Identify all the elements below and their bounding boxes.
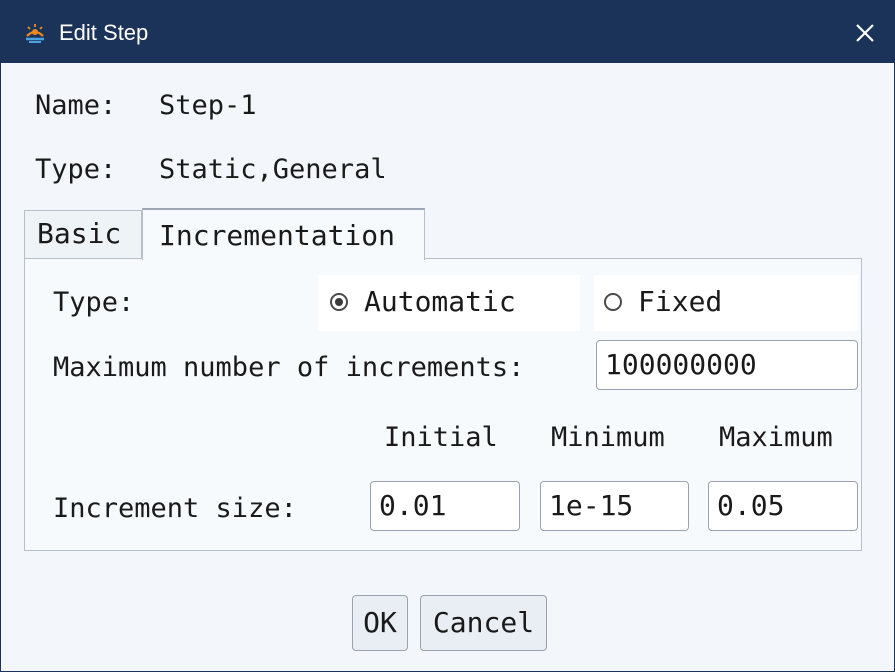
app-logo-icon xyxy=(23,21,47,45)
type-label: Type: xyxy=(35,154,117,185)
tab-incrementation[interactable]: Incrementation xyxy=(142,208,425,260)
close-icon xyxy=(856,24,874,42)
increment-initial-input[interactable]: 0.01 xyxy=(370,481,520,531)
ok-button[interactable]: OK xyxy=(352,595,408,651)
radio-fixed[interactable]: Fixed xyxy=(594,275,858,331)
close-button[interactable] xyxy=(847,15,883,51)
radio-automatic[interactable]: Automatic xyxy=(318,275,580,331)
type-value: Static,General xyxy=(159,154,387,185)
column-header-initial: Initial xyxy=(384,422,498,453)
increment-maximum-input[interactable]: 0.05 xyxy=(708,481,858,531)
max-increments-input[interactable]: 100000000 xyxy=(596,340,858,390)
increment-size-label: Increment size: xyxy=(53,493,297,524)
radio-automatic-label: Automatic xyxy=(364,285,516,318)
radio-unselected-icon xyxy=(604,293,622,311)
column-header-maximum: Maximum xyxy=(719,422,833,453)
title-bar[interactable]: Edit Step xyxy=(1,1,894,63)
radio-selected-icon xyxy=(330,293,348,311)
tab-basic[interactable]: Basic xyxy=(24,210,142,258)
column-header-minimum: Minimum xyxy=(551,422,665,453)
max-increments-label: Maximum number of increments: xyxy=(53,352,525,383)
increment-minimum-input[interactable]: 1e-15 xyxy=(540,481,689,531)
name-label: Name: xyxy=(35,90,117,121)
edit-step-dialog: Edit Step Name: Step-1 Type: Static,Gene… xyxy=(0,0,895,672)
window-title: Edit Step xyxy=(59,20,149,45)
name-value: Step-1 xyxy=(159,90,257,121)
cancel-button[interactable]: Cancel xyxy=(420,595,547,651)
increment-type-label: Type: xyxy=(53,287,135,318)
radio-fixed-label: Fixed xyxy=(638,285,723,318)
